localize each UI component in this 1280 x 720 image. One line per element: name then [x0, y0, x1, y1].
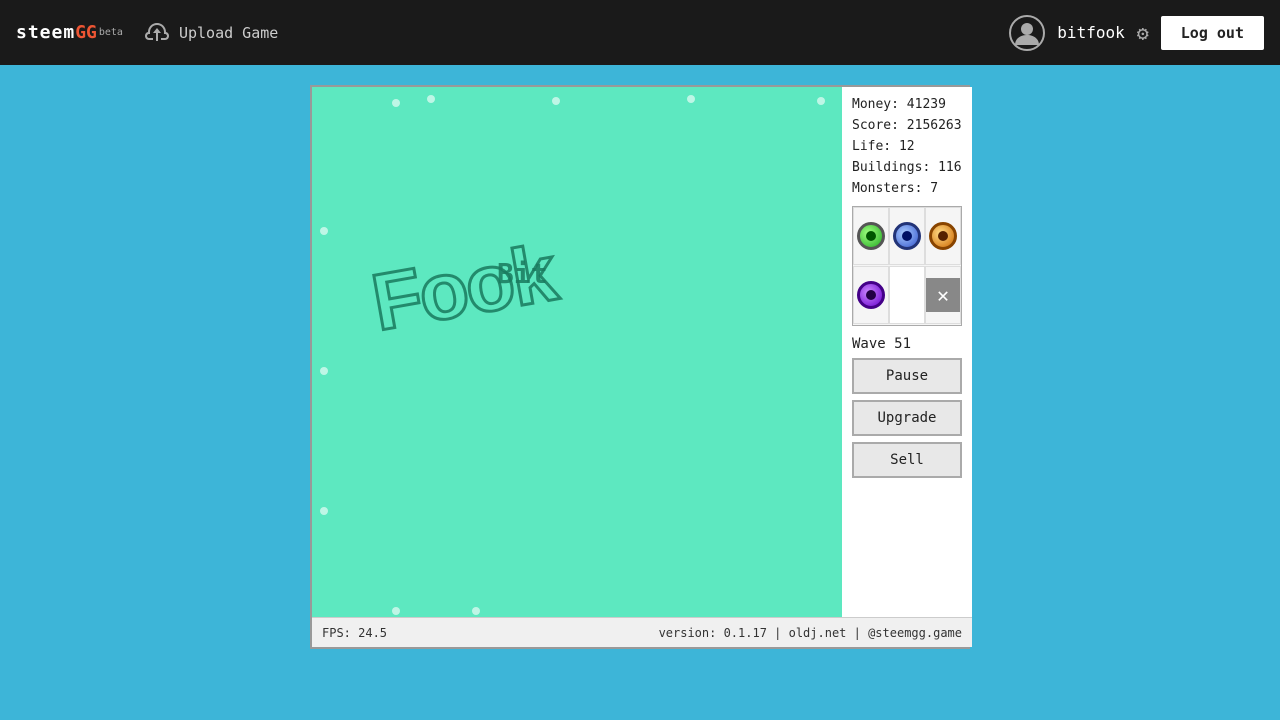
pause-button[interactable]: Pause — [852, 358, 962, 394]
dot — [320, 227, 328, 235]
buildings-label: Buildings: — [852, 160, 930, 175]
dot — [427, 95, 435, 103]
monsters-stat: Monsters: 7 — [852, 181, 962, 196]
dot — [552, 97, 560, 105]
wave-number: 51 — [894, 336, 911, 352]
logo-beta: beta — [99, 27, 123, 38]
game-canvas[interactable]: Bit Fook — [312, 87, 842, 617]
settings-icon[interactable]: ⚙ — [1137, 21, 1149, 45]
tower-cell-x[interactable]: ✕ — [925, 266, 961, 324]
tower-blue-icon — [893, 222, 921, 250]
life-label: Life: — [852, 139, 891, 154]
upload-game-button[interactable]: Upload Game — [143, 19, 278, 47]
nav-right: bitfook ⚙ Log out — [1009, 15, 1264, 51]
dot — [320, 507, 328, 515]
logo-steem: steem — [16, 22, 75, 43]
tower-purple-icon — [857, 281, 885, 309]
dot — [817, 97, 825, 105]
tower-orange-icon — [929, 222, 957, 250]
navbar: steem GG beta Upload Game bitfook ⚙ Log … — [0, 0, 1280, 65]
fps-display: FPS: 24.5 — [322, 626, 387, 640]
tower-grid: ✕ — [852, 206, 962, 326]
logout-button[interactable]: Log out — [1161, 16, 1264, 50]
score-label: Score: — [852, 118, 899, 133]
tower-cell-purple[interactable] — [853, 266, 889, 324]
buildings-value: 116 — [938, 160, 961, 175]
monsters-value: 7 — [930, 181, 938, 196]
status-bar: FPS: 24.5 version: 0.1.17 | oldj.net | @… — [312, 617, 972, 647]
tower-cell-green[interactable] — [853, 207, 889, 265]
x-box-icon: ✕ — [926, 278, 960, 312]
dot — [320, 367, 328, 375]
score-value: 2156263 — [907, 118, 962, 133]
dot — [472, 607, 480, 615]
dot — [392, 607, 400, 615]
version-info: version: 0.1.17 | oldj.net | @steemgg.ga… — [659, 626, 962, 640]
tower-cell-empty[interactable] — [889, 266, 925, 324]
user-avatar-icon — [1009, 15, 1045, 51]
wave-label: Wave 51 — [852, 336, 962, 352]
tower-cell-orange[interactable] — [925, 207, 961, 265]
monsters-label: Monsters: — [852, 181, 922, 196]
game-sidebar: Money: 41239 Score: 2156263 Life: 12 Bui… — [842, 87, 972, 617]
money-label: Money: — [852, 97, 899, 112]
life-stat: Life: 12 — [852, 139, 962, 154]
nav-left: steem GG beta Upload Game — [16, 19, 278, 47]
score-stat: Score: 2156263 — [852, 118, 962, 133]
tower-cell-blue[interactable] — [889, 207, 925, 265]
game-container: Bit Fook Money: 41239 Score: 2156263 Lif… — [310, 85, 970, 649]
sell-button[interactable]: Sell — [852, 442, 962, 478]
game-viewport: Bit Fook Money: 41239 Score: 2156263 Lif… — [312, 87, 968, 617]
money-value: 41239 — [907, 97, 946, 112]
game-title-text: Fook — [365, 227, 561, 349]
buildings-stat: Buildings: 116 — [852, 160, 962, 175]
main-content: Bit Fook Money: 41239 Score: 2156263 Lif… — [0, 65, 1280, 720]
dot — [687, 95, 695, 103]
life-value: 12 — [899, 139, 915, 154]
upload-game-label: Upload Game — [179, 24, 278, 42]
tower-green-icon — [857, 222, 885, 250]
logo: steem GG beta — [16, 22, 123, 43]
logo-gg: GG — [75, 22, 97, 43]
money-stat: Money: 41239 — [852, 97, 962, 112]
upload-icon — [143, 19, 171, 47]
wave-text: Wave — [852, 336, 886, 352]
username-label: bitfook — [1057, 23, 1124, 42]
upgrade-button[interactable]: Upgrade — [852, 400, 962, 436]
dot — [392, 99, 400, 107]
